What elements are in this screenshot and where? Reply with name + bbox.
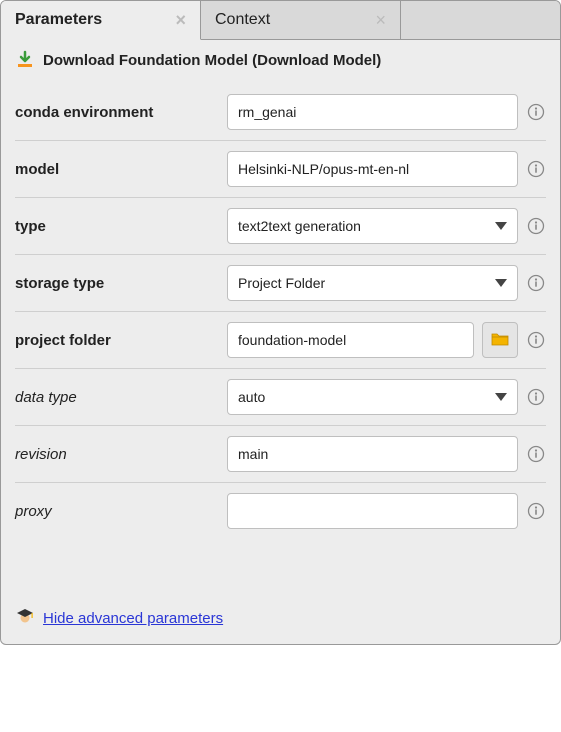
controls [227, 493, 546, 529]
close-icon[interactable]: × [375, 11, 386, 29]
panel-header: Download Foundation Model (Download Mode… [1, 40, 560, 78]
info-icon[interactable] [526, 273, 546, 293]
type-select[interactable]: text2text generation [227, 208, 518, 244]
label-storage-type: storage type [15, 275, 215, 292]
select-value: auto [238, 389, 265, 405]
row-proxy: proxy [15, 483, 546, 539]
controls [227, 436, 546, 472]
row-conda-environment: conda environment [15, 84, 546, 141]
label-project-folder: project folder [15, 332, 215, 349]
info-icon[interactable] [526, 330, 546, 350]
chevron-down-icon [495, 279, 507, 287]
toggle-advanced-link[interactable]: Hide advanced parameters [43, 610, 223, 627]
label-model: model [15, 161, 215, 178]
tab-parameters[interactable]: Parameters × [1, 1, 201, 40]
close-icon[interactable]: × [175, 11, 186, 29]
row-type: type text2text generation [15, 198, 546, 255]
revision-input[interactable] [227, 436, 518, 472]
controls: auto [227, 379, 546, 415]
select-value: text2text generation [238, 218, 361, 234]
info-icon[interactable] [526, 216, 546, 236]
folder-icon [491, 331, 509, 350]
controls [227, 322, 546, 358]
row-storage-type: storage type Project Folder [15, 255, 546, 312]
label-conda-environment: conda environment [15, 104, 215, 121]
controls [227, 94, 546, 130]
row-model: model [15, 141, 546, 198]
proxy-input[interactable] [227, 493, 518, 529]
model-input[interactable] [227, 151, 518, 187]
footer: Hide advanced parameters [1, 547, 560, 644]
download-icon [15, 50, 35, 70]
project-folder-input[interactable] [227, 322, 474, 358]
controls: Project Folder [227, 265, 546, 301]
row-project-folder: project folder [15, 312, 546, 369]
label-proxy: proxy [15, 503, 215, 520]
label-data-type: data type [15, 389, 215, 406]
info-icon[interactable] [526, 159, 546, 179]
tab-label: Parameters [15, 11, 165, 29]
tab-context[interactable]: Context × [201, 1, 401, 39]
data-type-select[interactable]: auto [227, 379, 518, 415]
row-revision: revision [15, 426, 546, 483]
chevron-down-icon [495, 393, 507, 401]
label-type: type [15, 218, 215, 235]
scholar-icon [15, 607, 35, 630]
controls: text2text generation [227, 208, 546, 244]
form: conda environment model type text2te [1, 78, 560, 547]
info-icon[interactable] [526, 444, 546, 464]
tab-bar: Parameters × Context × [1, 1, 560, 40]
tab-label: Context [215, 11, 365, 29]
row-data-type: data type auto [15, 369, 546, 426]
label-revision: revision [15, 446, 215, 463]
storage-type-select[interactable]: Project Folder [227, 265, 518, 301]
panel-title: Download Foundation Model (Download Mode… [43, 52, 381, 69]
info-icon[interactable] [526, 501, 546, 521]
parameters-panel: Parameters × Context × Download Foundati… [0, 0, 561, 645]
select-value: Project Folder [238, 275, 325, 291]
info-icon[interactable] [526, 102, 546, 122]
conda-environment-input[interactable] [227, 94, 518, 130]
info-icon[interactable] [526, 387, 546, 407]
browse-folder-button[interactable] [482, 322, 518, 358]
controls [227, 151, 546, 187]
chevron-down-icon [495, 222, 507, 230]
